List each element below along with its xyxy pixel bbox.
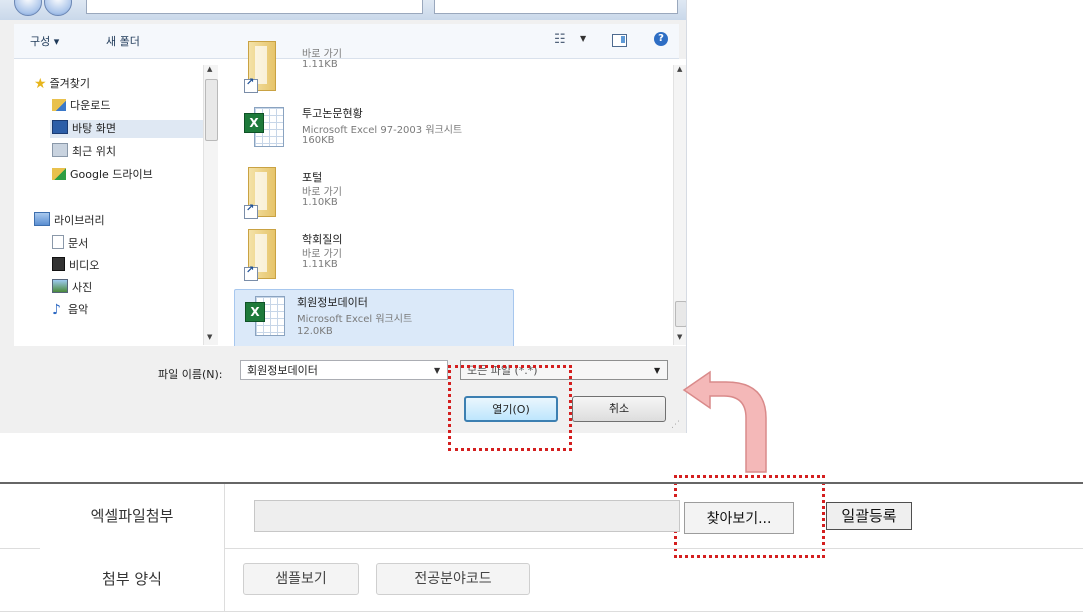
nav-item-label: 바탕 화면 xyxy=(72,122,116,135)
nav-item-label: 비디오 xyxy=(69,259,100,272)
sample-view-button[interactable]: 샘플보기 xyxy=(243,563,359,595)
scroll-up-icon[interactable]: ▲ xyxy=(677,65,682,73)
star-icon: ★ xyxy=(34,76,47,92)
shortcut-folder-icon xyxy=(244,41,284,93)
file-type: 바로 가기 xyxy=(302,249,342,260)
scroll-thumb[interactable] xyxy=(675,301,686,327)
documents-icon xyxy=(52,235,64,249)
chevron-down-icon[interactable]: ▼ xyxy=(580,34,586,43)
file-item[interactable]: 포털 바로 가기 1.10KB xyxy=(236,163,516,225)
scroll-down-icon[interactable]: ▼ xyxy=(677,333,682,341)
nav-item-documents[interactable]: 문서 xyxy=(52,235,88,253)
scroll-thumb[interactable] xyxy=(205,79,218,141)
nav-libraries-label: 라이브러리 xyxy=(54,214,105,227)
browse-button[interactable]: 찾아보기... xyxy=(684,502,794,534)
attach-label: 엑셀파일첨부 xyxy=(40,484,224,548)
back-icon[interactable] xyxy=(14,0,42,16)
nav-scrollbar[interactable]: ▲ ▼ xyxy=(203,65,218,345)
desktop-icon xyxy=(52,120,68,134)
navigation-pane: ★ 즐겨찾기 다운로드 바탕 화면 최근 위치 Google 드라이브 라이브러리… xyxy=(14,59,218,346)
dialog-bottom-bar: 파일 이름(N): 회원정보데이터 ▼ 모든 파일 (*.*) ▼ 열기(O) … xyxy=(0,346,686,433)
excel-file-icon: X xyxy=(243,294,285,338)
music-icon: ♪ xyxy=(52,302,61,318)
pictures-icon xyxy=(52,279,68,293)
highlight-open-button xyxy=(448,365,572,451)
scroll-up-icon[interactable]: ▲ xyxy=(207,65,212,73)
address-bar-strip xyxy=(0,0,686,20)
forward-icon[interactable] xyxy=(44,0,72,16)
videos-icon xyxy=(52,257,65,271)
nav-item-pictures[interactable]: 사진 xyxy=(52,279,92,297)
excel-upload-form: 엑셀파일첨부 찾아보기... 일괄등록 첨부 양식 샘플보기 전공분야코드 xyxy=(0,482,1083,612)
nav-item-label: 사진 xyxy=(72,281,93,294)
file-size: 1.11KB xyxy=(302,259,338,270)
chevron-down-icon[interactable]: ▼ xyxy=(654,366,660,375)
file-name: 회원정보데이터 xyxy=(297,296,368,309)
form-row-attach: 엑셀파일첨부 찾아보기... 일괄등록 xyxy=(0,482,1083,549)
shortcut-folder-icon xyxy=(244,229,284,281)
curved-arrow-icon xyxy=(682,370,767,473)
nav-item-music[interactable]: ♪ 음악 xyxy=(52,301,88,319)
nav-favorites[interactable]: ★ 즐겨찾기 xyxy=(34,75,90,93)
address-bar[interactable] xyxy=(86,0,423,14)
nav-item-downloads[interactable]: 다운로드 xyxy=(52,97,110,115)
file-type: Microsoft Excel 97-2003 워크시트 xyxy=(302,125,463,136)
file-size: 12.0KB xyxy=(297,326,333,337)
change-view-icon[interactable]: ☷ xyxy=(554,32,566,47)
organize-menu[interactable]: 구성 ▾ xyxy=(30,33,59,49)
form-row-template: 첨부 양식 샘플보기 전공분야코드 xyxy=(0,547,1083,612)
file-type: 바로 가기 xyxy=(302,187,342,198)
filename-input[interactable]: 회원정보데이터 xyxy=(240,360,448,380)
nav-item-label: 음악 xyxy=(68,303,89,316)
nav-item-label: 문서 xyxy=(68,237,89,250)
nav-item-label: 다운로드 xyxy=(70,99,111,112)
cancel-button[interactable]: 취소 xyxy=(572,396,666,422)
resize-grip-icon[interactable]: ⋰ xyxy=(671,420,680,430)
nav-item-label: 최근 위치 xyxy=(72,145,116,158)
file-item-selected[interactable]: X 회원정보데이터 Microsoft Excel 워크시트 12.0KB xyxy=(234,289,514,349)
file-item[interactable]: 바로 가기 1.11KB xyxy=(236,37,516,99)
file-size: 1.11KB xyxy=(302,59,338,70)
divider xyxy=(224,484,225,548)
file-item[interactable]: 학회질의 바로 가기 1.11KB xyxy=(236,225,516,287)
field-code-button[interactable]: 전공분야코드 xyxy=(376,563,530,595)
file-path-field[interactable] xyxy=(254,500,680,532)
filename-label: 파일 이름(N): xyxy=(158,368,223,381)
shortcut-folder-icon xyxy=(244,167,284,219)
file-type: Microsoft Excel 워크시트 xyxy=(297,314,413,325)
google-drive-folder-icon xyxy=(52,168,66,180)
nav-favorites-label: 즐겨찾기 xyxy=(49,77,91,90)
nav-item-recent[interactable]: 최근 위치 xyxy=(52,143,116,161)
file-list: 바로 가기 1.11KB X 투고논문현황 Microsoft Excel 97… xyxy=(234,41,676,349)
dialog-content: ★ 즐겨찾기 다운로드 바탕 화면 최근 위치 Google 드라이브 라이브러리… xyxy=(14,41,686,349)
scroll-down-icon[interactable]: ▼ xyxy=(207,333,212,341)
file-size: 160KB xyxy=(302,135,335,146)
recent-places-icon xyxy=(52,143,68,157)
file-list-scrollbar[interactable]: ▲ ▼ xyxy=(673,65,686,345)
downloads-folder-icon xyxy=(52,99,66,111)
nav-item-label: Google 드라이브 xyxy=(70,168,153,181)
libraries-icon xyxy=(34,212,50,226)
chevron-down-icon[interactable]: ▼ xyxy=(434,366,440,375)
help-icon[interactable]: ? xyxy=(654,32,668,46)
nav-libraries[interactable]: 라이브러리 xyxy=(34,212,105,230)
divider xyxy=(224,547,225,611)
nav-item-videos[interactable]: 비디오 xyxy=(52,257,99,275)
file-open-dialog: 구성 ▾ 새 폴더 ☷ ▼ ? ★ 즐겨찾기 다운로드 바탕 화면 최근 위치 G… xyxy=(0,0,687,433)
file-item[interactable]: X 투고논문현황 Microsoft Excel 97-2003 워크시트 16… xyxy=(236,99,516,161)
new-folder-button[interactable]: 새 폴더 xyxy=(106,33,140,49)
nav-item-desktop[interactable]: 바탕 화면 xyxy=(50,120,204,138)
nav-item-google-drive[interactable]: Google 드라이브 xyxy=(52,166,153,184)
file-name: 투고논문현황 xyxy=(302,107,363,120)
file-size: 1.10KB xyxy=(302,197,338,208)
file-type: 바로 가기 xyxy=(302,49,342,60)
excel-file-icon: X xyxy=(242,105,284,149)
template-label: 첨부 양식 xyxy=(40,547,224,611)
preview-pane-icon[interactable] xyxy=(612,34,627,47)
search-box[interactable] xyxy=(434,0,678,14)
bulk-register-button[interactable]: 일괄등록 xyxy=(826,502,912,530)
